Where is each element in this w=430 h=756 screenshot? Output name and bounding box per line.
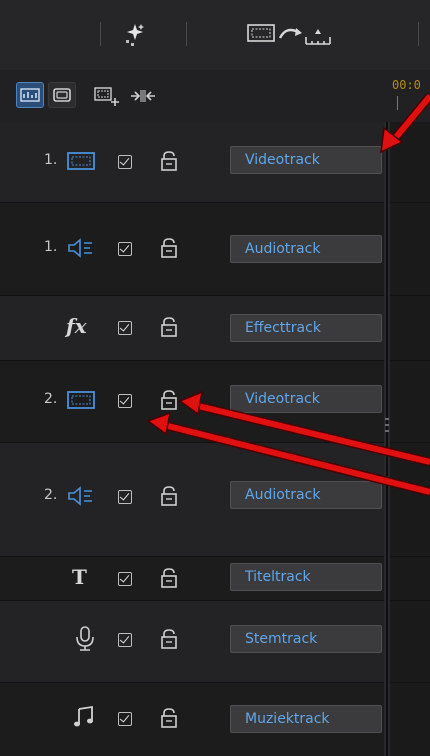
fx-icon: fx — [66, 314, 87, 338]
add-track-icon[interactable] — [92, 84, 122, 112]
top-toolbar — [0, 0, 430, 71]
timeline-lane[interactable] — [390, 601, 430, 682]
timeline-lane[interactable] — [390, 443, 430, 556]
music-note-icon — [72, 705, 96, 733]
track-row: 1. Videotrack — [0, 122, 430, 203]
track-header: 1. Audiotrack — [0, 203, 384, 295]
track-row: Muziektrack — [0, 683, 430, 756]
splitter-grip[interactable] — [385, 430, 389, 432]
track-row: fx Effecttrack — [0, 296, 430, 361]
produce-range-icon[interactable] — [246, 22, 366, 52]
timeline-lane[interactable] — [390, 203, 430, 295]
lock-icon[interactable] — [160, 389, 178, 415]
track-name-label[interactable]: Audiotrack — [230, 481, 382, 509]
track-enable-checkbox[interactable] — [118, 321, 132, 335]
timeline-lane[interactable] — [390, 683, 430, 756]
track-enable-checkbox[interactable] — [118, 712, 132, 726]
track-header: fx Effecttrack — [0, 296, 384, 360]
track-list: 1. Videotrack 1. Audiotrack fx Effecttra… — [0, 122, 430, 756]
track-name-label[interactable]: Videotrack — [230, 146, 382, 174]
track-header: Stemtrack — [0, 601, 384, 682]
lock-icon[interactable] — [160, 150, 178, 176]
track-number: 1. — [44, 152, 58, 168]
lock-icon[interactable] — [160, 485, 178, 511]
fit-timeline-icon[interactable] — [128, 86, 158, 110]
track-name-label[interactable]: Titeltrack — [230, 563, 382, 591]
timeline-view-button[interactable] — [16, 82, 44, 108]
lock-icon[interactable] — [160, 316, 178, 342]
track-enable-checkbox[interactable] — [118, 394, 132, 408]
ruler-tick — [397, 96, 398, 110]
track-enable-checkbox[interactable] — [118, 242, 132, 256]
timeline-lane[interactable] — [390, 361, 430, 442]
track-row: 1. Audiotrack — [0, 203, 430, 296]
toolbar-separator — [100, 22, 101, 46]
track-header: 2. Videotrack — [0, 361, 384, 442]
toolbar-separator — [418, 22, 419, 46]
track-row: 2. Videotrack — [0, 361, 430, 443]
track-row: Stemtrack — [0, 601, 430, 683]
lock-icon[interactable] — [160, 628, 178, 654]
track-number: 1. — [44, 239, 58, 255]
splitter-grip[interactable] — [385, 424, 389, 426]
track-enable-checkbox[interactable] — [118, 572, 132, 586]
lock-icon[interactable] — [160, 237, 178, 263]
track-row: 2. Audiotrack — [0, 443, 430, 557]
track-header: 1. Videotrack — [0, 122, 384, 202]
track-name-label[interactable]: Videotrack — [230, 385, 382, 413]
timeline-lane[interactable] — [390, 296, 430, 360]
timecode-readout: 00:0 — [392, 78, 421, 92]
track-header: 2. Audiotrack — [0, 443, 384, 556]
track-name-label[interactable]: Muziektrack — [230, 705, 382, 733]
video-track-icon — [66, 389, 96, 415]
track-row: T Titeltrack — [0, 557, 430, 601]
toolbar-separator — [186, 22, 187, 46]
track-header: T Titeltrack — [0, 557, 384, 600]
lock-icon[interactable] — [160, 707, 178, 733]
storyboard-view-button[interactable] — [48, 82, 76, 108]
microphone-icon — [74, 625, 96, 657]
track-header: Muziektrack — [0, 683, 384, 756]
video-track-icon — [66, 150, 96, 176]
track-name-label[interactable]: Stemtrack — [230, 625, 382, 653]
splitter-line — [386, 122, 388, 756]
title-icon: T — [72, 565, 87, 589]
lock-icon[interactable] — [160, 567, 178, 593]
track-enable-checkbox[interactable] — [118, 490, 132, 504]
track-enable-checkbox[interactable] — [118, 633, 132, 647]
track-number: 2. — [44, 487, 58, 503]
track-name-label[interactable]: Effecttrack — [230, 314, 382, 342]
magic-tools-icon[interactable] — [118, 20, 152, 54]
track-name-label[interactable]: Audiotrack — [230, 235, 382, 263]
timeline-toolbar: 00:0 — [0, 70, 430, 123]
timeline-lane[interactable] — [390, 557, 430, 600]
splitter-grip[interactable] — [385, 418, 389, 420]
track-enable-checkbox[interactable] — [118, 155, 132, 169]
audio-track-icon — [66, 485, 96, 511]
timeline-lane[interactable] — [390, 122, 430, 202]
track-number: 2. — [44, 391, 58, 407]
audio-track-icon — [66, 237, 96, 263]
